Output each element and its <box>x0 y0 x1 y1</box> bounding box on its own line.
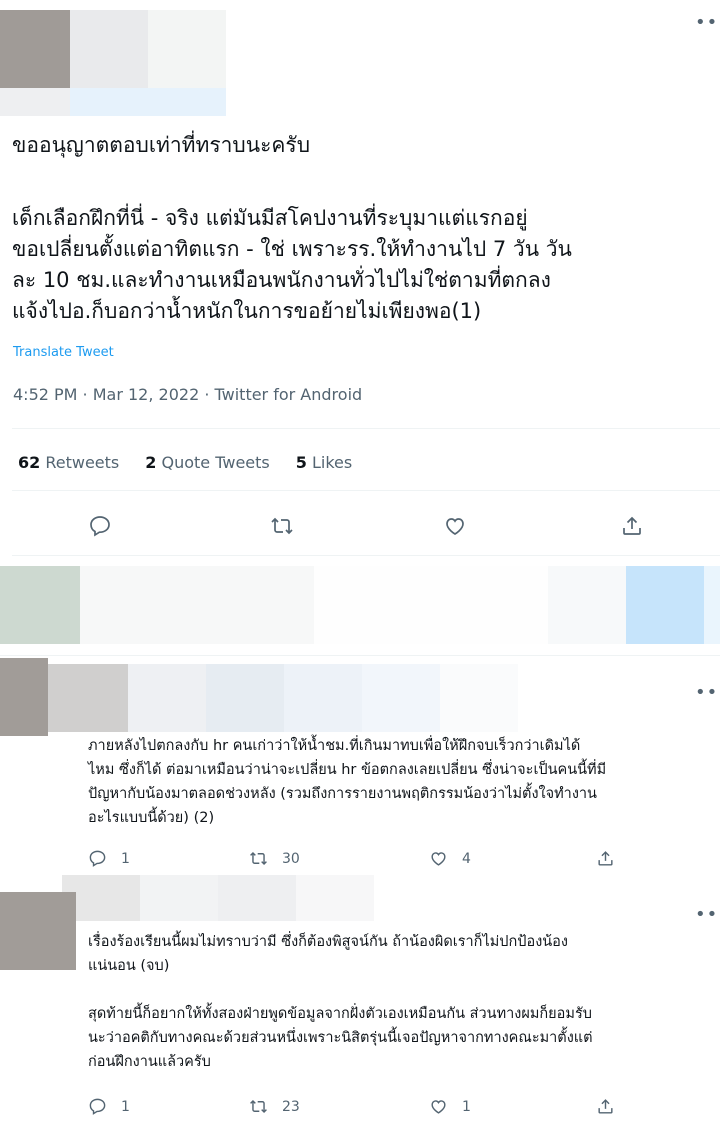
reply-line: แน่นอน (จบ) <box>88 958 170 974</box>
composer-blank-redacted <box>314 566 548 644</box>
tweet-line: แจ้งไปอ.ก็บอกว่าน้ำหนักในการขอย้ายไม่เพี… <box>12 299 482 323</box>
likes-stat[interactable]: 5 Likes <box>296 453 352 472</box>
like-count: 1 <box>462 1098 471 1115</box>
divider <box>12 490 720 491</box>
retweets-label: Retweets <box>45 453 120 472</box>
reply-header-redacted <box>128 664 206 732</box>
likes-label: Likes <box>311 453 353 472</box>
reply-line: อะไรแบบนี้ด้วย) (2) <box>88 810 215 826</box>
divider <box>12 555 720 556</box>
reply-icon <box>89 1098 106 1115</box>
reply-line: สุดท้ายนี้ก็อยากให้ทั้งสองฝ่ายพูดข้อมูลจ… <box>88 1006 592 1022</box>
tweet-text: เด็กเลือกฝึกที่นี่ - จริง แต่มันมีสโคปงา… <box>12 203 712 327</box>
reply-line: ก่อนฝึกงานแล้วครับ <box>88 1054 211 1070</box>
more-horizontal-icon[interactable]: ••• <box>695 682 720 703</box>
author-banner-redacted-2 <box>70 88 226 116</box>
reply-reply-button[interactable]: 1 <box>88 1097 130 1116</box>
quotes-count: 2 <box>145 453 157 472</box>
share-icon[interactable] <box>620 514 644 538</box>
tweet-line: เด็กเลือกฝึกที่นี่ - จริง แต่มันมีสโคปงา… <box>12 206 528 230</box>
retweet-count: 23 <box>282 1098 300 1115</box>
reply-line: ภายหลังไปตกลงกับ hr คนเก่าว่าให้น้ำชม.ที… <box>88 738 581 754</box>
retweets-count: 62 <box>18 453 41 472</box>
like-icon[interactable] <box>443 514 467 538</box>
reply-count: 1 <box>121 1098 130 1115</box>
more-horizontal-icon[interactable]: ••• <box>695 12 720 33</box>
author-banner-redacted-1 <box>0 88 70 116</box>
reply-header-redacted <box>206 664 284 732</box>
reply-line: นะว่าอคติกับทางคณะด้วยส่วนหนึ่งเพราะนิสิ… <box>88 1030 593 1046</box>
like-icon <box>431 1100 446 1114</box>
divider <box>0 655 720 656</box>
quotes-label: Quote Tweets <box>161 453 270 472</box>
reply-text: ภายหลังไปตกลงกับ hr คนเก่าว่าให้น้ำชม.ที… <box>88 734 708 830</box>
reply-avatar[interactable] <box>0 658 48 736</box>
tweet-intro: ขออนุญาตตอบเท่าที่ทราบนะครับ <box>12 133 311 157</box>
retweet-icon <box>250 851 267 866</box>
reply-like-button[interactable]: 4 <box>429 849 471 868</box>
reply-header-redacted <box>440 664 518 732</box>
reply-line: ไหม ซึ่งก็ได้ ต่อมาเหมือนว่าน่าจะเปลี่ยน… <box>88 762 607 778</box>
avatar[interactable] <box>0 10 70 88</box>
share-icon <box>598 1099 613 1114</box>
share-icon <box>598 851 613 866</box>
divider <box>12 428 720 429</box>
retweet-count: 30 <box>282 850 300 867</box>
reply-share-button[interactable] <box>596 1097 615 1116</box>
reply-like-button[interactable]: 1 <box>429 1097 471 1116</box>
reply-header-redacted <box>296 875 374 921</box>
reply-header-redacted <box>284 664 362 732</box>
composer-field-redacted[interactable] <box>80 566 314 644</box>
reply-header-redacted <box>218 875 296 921</box>
reply-reply-button[interactable]: 1 <box>88 849 130 868</box>
composer-edge-redacted <box>704 566 720 644</box>
composer-area-redacted <box>548 566 626 644</box>
author-name-redacted[interactable] <box>70 10 148 88</box>
reply-button-redacted[interactable] <box>626 566 704 644</box>
reply-retweet-button[interactable]: 23 <box>249 1097 300 1116</box>
author-handle-redacted <box>148 10 226 88</box>
reply-line <box>88 978 708 1002</box>
retweet-icon[interactable] <box>270 514 294 538</box>
tweet-line: ละ 10 ชม.และทำงานเหมือนพนักงานทั่วไปไม่ใ… <box>12 268 551 292</box>
more-horizontal-icon[interactable]: ••• <box>695 904 720 925</box>
like-icon <box>431 852 446 866</box>
reply-header-redacted <box>48 664 128 732</box>
reply-count: 1 <box>121 850 130 867</box>
tweet-line: ขอเปลี่ยนตั้งแต่อาทิตแรก - ใช่ เพราะรร.ใ… <box>12 237 572 261</box>
likes-count: 5 <box>295 453 307 472</box>
like-count: 4 <box>462 850 471 867</box>
reply-avatar[interactable] <box>0 892 76 970</box>
reply-header-redacted <box>140 875 218 921</box>
quote-tweets-stat[interactable]: 2 Quote Tweets <box>145 453 269 472</box>
reply-retweet-button[interactable]: 30 <box>249 849 300 868</box>
reply-line: ปัญหากับน้องมาตลอดช่วงหลัง (รวมถึงการราย… <box>88 786 597 802</box>
reply-icon[interactable] <box>88 514 112 538</box>
reply-header-redacted <box>362 664 440 732</box>
reply-text: เรื่องร้องเรียนนี้ผมไม่ทราบว่ามี ซึ่งก็ต… <box>88 930 708 1074</box>
reply-line: เรื่องร้องเรียนนี้ผมไม่ทราบว่ามี ซึ่งก็ต… <box>88 934 568 950</box>
retweet-icon <box>250 1099 267 1114</box>
reply-icon <box>89 850 106 867</box>
translate-tweet-link[interactable]: Translate Tweet <box>13 345 114 360</box>
composer-avatar-redacted <box>0 566 80 644</box>
tweet-timestamp[interactable]: 4:52 PM · Mar 12, 2022 · Twitter for And… <box>13 385 362 404</box>
tweet-stats: 62 Retweets 2 Quote Tweets 5 Likes <box>18 453 352 472</box>
reply-share-button[interactable] <box>596 849 615 868</box>
retweets-stat[interactable]: 62 Retweets <box>18 453 119 472</box>
